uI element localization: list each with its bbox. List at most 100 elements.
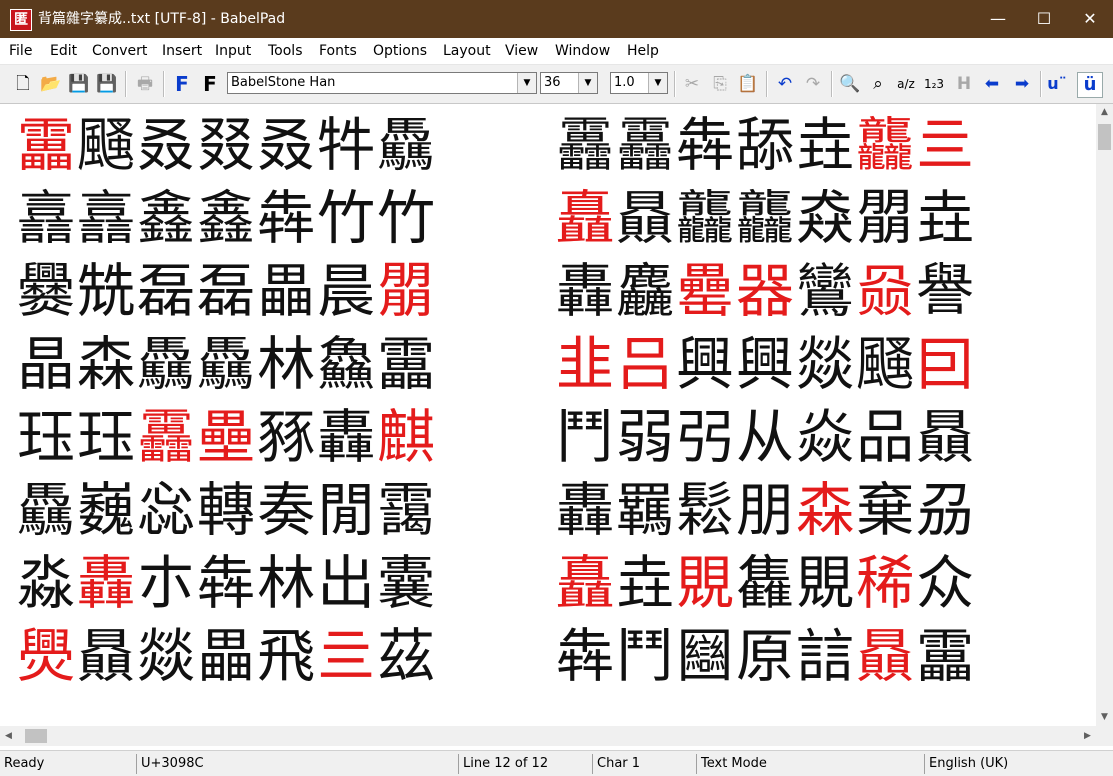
line-spacing-combo[interactable]: 1.0 ▼ <box>610 72 668 94</box>
text-line: 轟麤罍器鸞赑譽 <box>556 258 976 324</box>
scrollbar-corner <box>1096 726 1113 746</box>
save-icon[interactable]: 💾 <box>67 72 91 96</box>
text-char: 鸞 <box>796 257 857 325</box>
toolbar-separator <box>1040 71 1042 97</box>
menu-convert[interactable]: Convert <box>92 43 147 59</box>
text-char: 品 <box>856 403 917 471</box>
vertical-scrollbar[interactable]: ▲ ▼ <box>1096 104 1113 726</box>
new-file-icon[interactable]: 🗋 <box>11 72 35 96</box>
menu-layout[interactable]: Layout <box>443 43 491 59</box>
menu-window[interactable]: Window <box>555 43 610 59</box>
text-char: 贔 <box>916 403 977 471</box>
maximize-button[interactable]: ☐ <box>1021 0 1067 38</box>
minimize-button[interactable]: — <box>975 0 1021 38</box>
app-icon[interactable]: 匿 <box>10 9 32 31</box>
text-char: 林 <box>257 549 318 617</box>
close-button[interactable]: ✕ <box>1067 0 1113 38</box>
scroll-up-icon[interactable]: ▲ <box>1096 104 1113 121</box>
chevron-down-icon[interactable]: ▼ <box>517 73 536 93</box>
text-line: 爨兟磊磊畾晨朤 <box>17 258 437 324</box>
hint-icon[interactable]: H <box>952 72 976 96</box>
text-char: 犇 <box>257 184 318 252</box>
text-char: 龘 <box>856 111 917 179</box>
number-icon[interactable]: 1₂3 <box>922 72 946 96</box>
font-size-value: 36 <box>544 75 561 90</box>
chevron-down-icon[interactable]: ▼ <box>578 73 597 93</box>
text-char: 靐 <box>616 111 677 179</box>
status-language: English (UK) <box>924 754 1113 774</box>
menu-fonts[interactable]: Fonts <box>319 43 357 59</box>
text-char: 众 <box>916 549 977 617</box>
menu-options[interactable]: Options <box>373 43 427 59</box>
text-char: 轉 <box>197 476 258 544</box>
scroll-right-icon[interactable]: ▶ <box>1079 726 1096 746</box>
text-char: 鑫 <box>197 184 258 252</box>
text-line: 爂贔燚畾飛亖茲 <box>17 623 437 689</box>
editor-area[interactable]: 靁颾叒叕叒牪驫 譶譶鑫鑫犇竹竹 爨兟磊磊畾晨朤 晶森驫驫林鱻靁 珏珏靐壘豩轟麒 驫巍惢轉奏… <box>0 104 1096 726</box>
text-char: 猋 <box>796 184 857 252</box>
text-char: 棄 <box>856 476 917 544</box>
text-line: 矗贔龘龘猋朤垚 <box>556 185 976 251</box>
text-line: 譶譶鑫鑫犇竹竹 <box>17 185 437 251</box>
redo-icon[interactable]: ↷ <box>801 72 825 96</box>
text-char: 淼 <box>17 549 78 617</box>
text-char: 茲 <box>377 622 438 690</box>
text-char: 轟 <box>556 257 617 325</box>
text-char: 兟 <box>77 257 138 325</box>
print-icon[interactable]: 🖶 <box>133 72 157 96</box>
text-char: 譶 <box>17 184 78 252</box>
arrow-right-icon[interactable]: ➡ <box>1010 72 1034 96</box>
menu-file[interactable]: File <box>9 43 32 59</box>
text-char: 畾 <box>197 622 258 690</box>
undo-icon[interactable]: ↶ <box>773 72 797 96</box>
scroll-down-icon[interactable]: ▼ <box>1096 709 1113 726</box>
scroll-left-icon[interactable]: ◀ <box>0 726 17 746</box>
chevron-down-icon[interactable]: ▼ <box>648 73 667 93</box>
text-char: 亖 <box>317 622 378 690</box>
text-line: 晶森驫驫林鱻靁 <box>17 331 437 397</box>
u-diaeresis-sep-icon[interactable]: u¨ <box>1045 72 1069 96</box>
text-char: 叕 <box>197 111 258 179</box>
cut-icon[interactable]: ✂ <box>680 72 704 96</box>
window-title: 背篇雜字纂成..txt [UTF-8] - BabelPad <box>38 11 286 27</box>
text-char: 稀 <box>856 549 917 617</box>
text-char: 晨 <box>317 257 378 325</box>
text-char: 出 <box>317 549 378 617</box>
text-char: 靁 <box>17 111 78 179</box>
font-blue-icon[interactable]: F <box>170 72 194 96</box>
menu-input[interactable]: Input <box>215 43 251 59</box>
text-char: 靐 <box>137 403 198 471</box>
text-char: 驫 <box>377 111 438 179</box>
open-file-icon[interactable]: 📂 <box>39 72 63 96</box>
text-char: 赑 <box>856 257 917 325</box>
text-char: 靐 <box>556 111 617 179</box>
sort-icon[interactable]: a/z <box>894 72 918 96</box>
arrow-left-icon[interactable]: ⬅ <box>980 72 1004 96</box>
menu-tools[interactable]: Tools <box>268 43 303 59</box>
find-icon[interactable]: 🔍 <box>838 72 862 96</box>
text-char: 垚 <box>616 549 677 617</box>
copy-icon[interactable]: ⎘ <box>708 72 732 96</box>
horizontal-scroll-thumb[interactable] <box>25 729 47 743</box>
text-char: 鬥 <box>556 403 617 471</box>
text-char: 麒 <box>377 403 438 471</box>
menu-edit[interactable]: Edit <box>50 43 77 59</box>
save-all-icon[interactable]: 💾 <box>95 72 119 96</box>
text-char: 叒 <box>137 111 198 179</box>
line-spacing-value: 1.0 <box>614 75 635 90</box>
font-size-combo[interactable]: 36 ▼ <box>540 72 598 94</box>
paste-icon[interactable]: 📋 <box>736 72 760 96</box>
text-char: 朤 <box>377 257 438 325</box>
font-black-icon[interactable]: F <box>198 72 222 96</box>
menu-help[interactable]: Help <box>627 43 659 59</box>
replace-icon[interactable]: ⌕ <box>866 72 890 96</box>
horizontal-scrollbar[interactable]: ◀ ▶ <box>0 726 1096 746</box>
status-line: Line 12 of 12 <box>458 754 592 774</box>
vertical-scroll-thumb[interactable] <box>1098 124 1111 150</box>
font-name-combo[interactable]: BabelStone Han ▼ <box>227 72 537 94</box>
text-line: 靁颾叒叕叒牪驫 <box>17 112 437 178</box>
text-char: 飛 <box>257 622 318 690</box>
menu-insert[interactable]: Insert <box>162 43 202 59</box>
menu-view[interactable]: View <box>505 43 538 59</box>
u-diaeresis-icon[interactable]: ü <box>1077 72 1103 98</box>
